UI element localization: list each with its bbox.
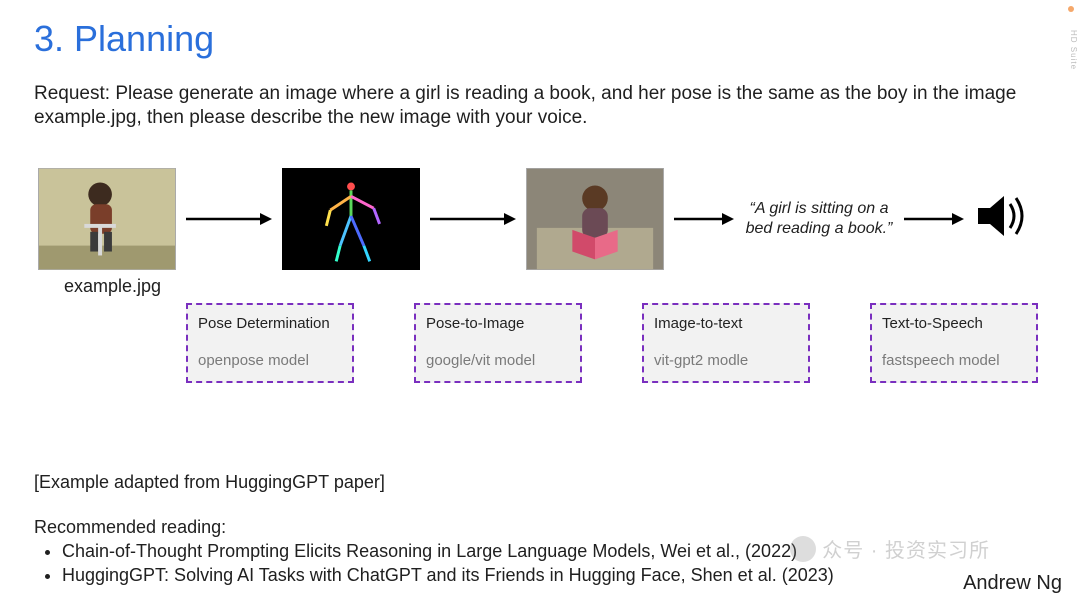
caption-text: “A girl is sitting on a bed reading a bo…	[744, 199, 894, 237]
model-box-sub: fastspeech model	[882, 352, 1026, 369]
speaker-icon	[974, 190, 1032, 247]
model-box-title: Pose Determination	[198, 315, 342, 332]
example-image	[38, 168, 176, 270]
adapted-note: [Example adapted from HuggingGPT paper]	[34, 472, 934, 493]
pose-image	[282, 168, 420, 270]
model-box-sub: vit-gpt2 modle	[654, 352, 798, 369]
slide-title: 3. Planning	[34, 18, 1050, 60]
model-box-title: Image-to-text	[654, 315, 798, 332]
model-box-image-to-text: Image-to-text vit-gpt2 modle	[642, 303, 810, 383]
footer-block: [Example adapted from HuggingGPT paper] …	[34, 472, 934, 587]
model-box-title: Pose-to-Image	[426, 315, 570, 332]
model-box-title: Text-to-Speech	[882, 315, 1026, 332]
arrow-icon	[902, 209, 966, 229]
arrow-icon	[184, 209, 274, 229]
watermark-text: 众号 · 投资实习所	[822, 534, 990, 563]
author-name: Andrew Ng	[963, 572, 1062, 595]
request-text: Request: Please generate an image where …	[34, 82, 1050, 130]
model-box-sub: google/vit model	[426, 352, 570, 369]
model-boxes-row: Pose Determination openpose model Pose-t…	[34, 303, 1050, 383]
watermark: 众号 · 投资实习所	[790, 534, 990, 563]
recommended-item: HuggingGPT: Solving AI Tasks with ChatGP…	[62, 564, 934, 587]
generated-image	[526, 168, 664, 270]
example-filename: example.jpg	[64, 276, 1050, 297]
arrow-icon	[428, 209, 518, 229]
slide: 3. Planning Request: Please generate an …	[0, 0, 1080, 605]
model-box-text-to-speech: Text-to-Speech fastspeech model	[870, 303, 1038, 383]
model-box-pose-determination: Pose Determination openpose model	[186, 303, 354, 383]
sidebar-gadget: HD Suite	[1064, 30, 1078, 70]
model-box-sub: openpose model	[198, 352, 342, 369]
pipeline-row: “A girl is sitting on a bed reading a bo…	[34, 168, 1050, 270]
arrow-icon	[672, 209, 736, 229]
recording-dot	[1068, 6, 1074, 12]
model-box-pose-to-image: Pose-to-Image google/vit model	[414, 303, 582, 383]
watermark-avatar	[790, 536, 816, 562]
